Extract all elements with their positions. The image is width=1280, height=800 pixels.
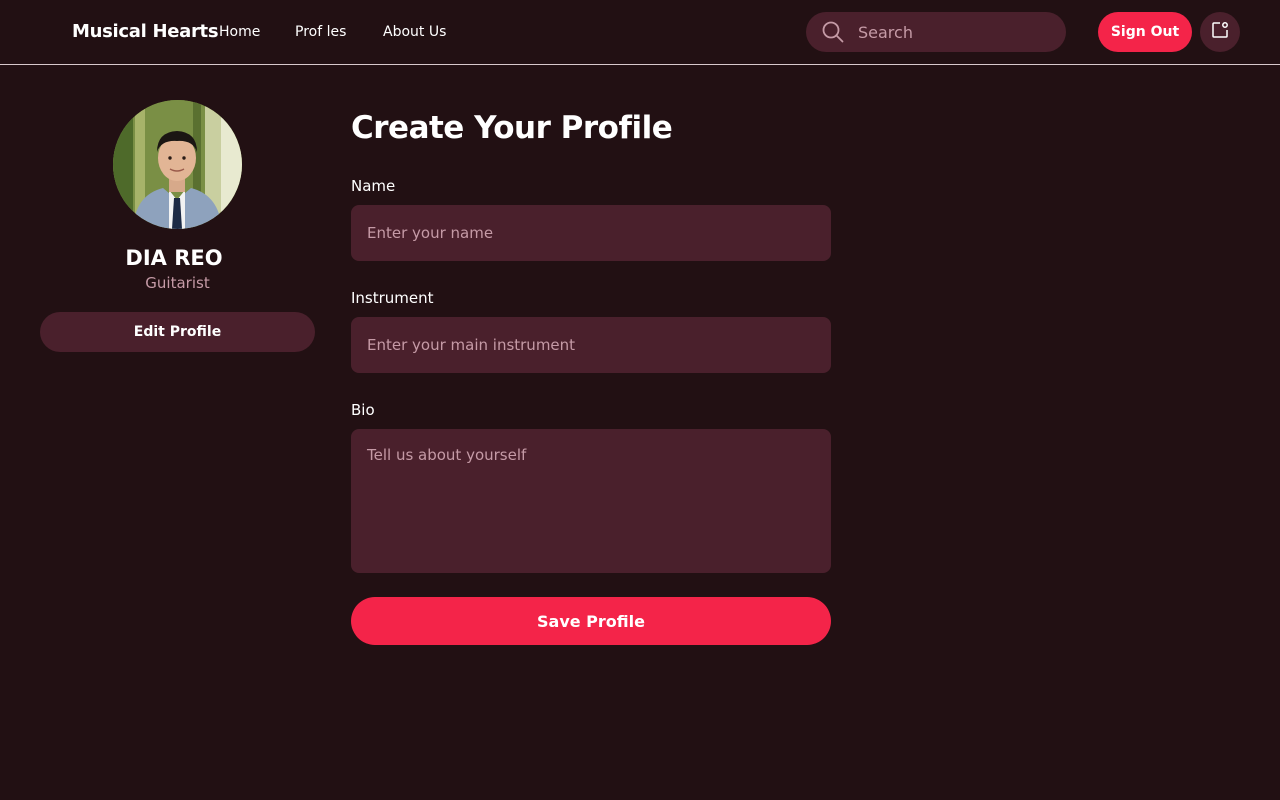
profile-role: Guitarist bbox=[145, 274, 210, 292]
nav-home[interactable]: Home bbox=[219, 24, 260, 40]
nav-about-us[interactable]: About Us bbox=[383, 24, 446, 40]
search-icon[interactable] bbox=[822, 21, 844, 47]
instrument-field[interactable] bbox=[351, 317, 831, 373]
brand-logo[interactable]: Musical Hearts bbox=[72, 21, 219, 42]
name-field[interactable] bbox=[351, 205, 831, 261]
nav-profiles[interactable]: Prof les bbox=[295, 24, 346, 40]
profile-name: DIA REO bbox=[125, 246, 223, 270]
avatar bbox=[113, 100, 242, 229]
edit-profile-button[interactable]: Edit Profile bbox=[40, 312, 315, 352]
name-label: Name bbox=[351, 177, 396, 195]
page-title: Create Your Profile bbox=[351, 110, 673, 146]
top-navbar: Musical Hearts Home Prof les About Us Si… bbox=[0, 0, 1280, 65]
search-input[interactable] bbox=[858, 12, 1053, 52]
bio-field[interactable] bbox=[351, 429, 831, 573]
search-bar bbox=[806, 12, 1066, 52]
notification-icon bbox=[1211, 21, 1229, 43]
instrument-label: Instrument bbox=[351, 289, 434, 307]
sign-out-button[interactable]: Sign Out bbox=[1098, 12, 1192, 52]
bio-label: Bio bbox=[351, 401, 375, 419]
notification-button[interactable] bbox=[1200, 12, 1240, 52]
save-profile-button[interactable]: Save Profile bbox=[351, 597, 831, 645]
